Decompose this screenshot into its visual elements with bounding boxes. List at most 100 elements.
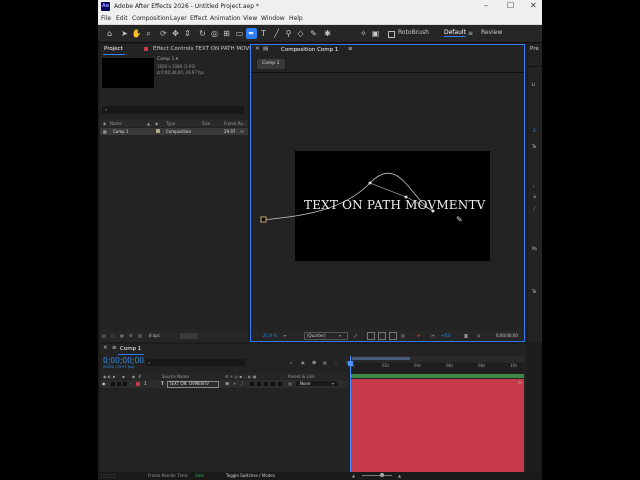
menu-animation[interactable]: Animation [210,15,241,22]
playhead-handle[interactable] [348,361,353,366]
table-row[interactable]: ▦ Comp 1 Composition 29.97 ⚇ [100,128,248,135]
rotate-icon[interactable]: ↻ [197,28,208,39]
roto-brush-icon[interactable]: ✎ [308,28,319,39]
motion-graph-icon[interactable]: ⚇ [518,380,522,385]
tab-effect-controls[interactable]: Effect Controls TEXT ON PATH MOVM [153,46,254,52]
col-size[interactable]: Size [202,121,210,126]
menu-layer[interactable]: Layer [170,15,187,22]
tab-preview[interactable]: Pre [530,46,539,52]
zoom-slider[interactable] [362,475,392,476]
timeline-menu-icon[interactable]: ≡ [112,345,117,351]
motion-blur-icon[interactable]: ◌ [334,360,338,365]
hand-icon[interactable]: ✋ [131,28,142,39]
tab-timeline-comp[interactable]: Comp 1 [120,346,141,352]
toggle-switches-modes[interactable]: Toggle Switches / Modes [226,473,275,478]
motion-blur-switch[interactable] [264,382,268,386]
3d-switch[interactable] [278,382,282,386]
clone-stamp-icon[interactable]: ⚲ [283,28,294,39]
col-type[interactable]: Type [166,121,175,126]
adjustment-switch[interactable] [271,382,275,386]
brush-icon[interactable]: ╱ [533,206,535,211]
tab-project[interactable]: Project [104,46,123,52]
menu-view[interactable]: View [243,15,257,22]
expand-arrow-icon[interactable]: › [130,381,132,386]
zoom-slider-thumb[interactable] [380,473,384,477]
selection-arrow-icon[interactable]: ➤ [119,28,130,39]
rotobrush-checkbox[interactable] [388,31,395,38]
transparency-grid-icon[interactable] [367,332,375,340]
guides-icon[interactable]: ▥ [401,333,405,338]
bpc-button[interactable]: 8 bpc [149,333,160,338]
snapping-icon[interactable]: ✧ [358,28,369,39]
lock-toggle[interactable] [123,382,127,386]
playhead[interactable] [350,356,351,472]
shy-layers-icon[interactable]: ☻ [312,360,316,365]
text-on-path-layer[interactable]: TEXT ON PATH MOVMENTV [304,198,486,212]
paragraph-icon[interactable]: ⁞ [533,184,534,189]
workspace-default[interactable]: Default [444,29,466,37]
draft-3d-icon[interactable]: ▣ [301,360,305,365]
camera-icon[interactable]: ◎ [209,28,220,39]
shy-switch-icon[interactable]: ☻ [225,381,229,386]
workspace-menu-icon[interactable]: ≡ [468,30,473,37]
viewer-timecode[interactable]: 0;00;00;00 [496,333,518,338]
fast-previews-icon[interactable]: ⤢ [354,333,357,338]
new-folder-icon[interactable]: ▢ [111,333,115,338]
close-tab-icon[interactable]: ✕ [255,46,260,52]
comp-breadcrumb[interactable]: Comp 1 [257,59,285,69]
menu-effect[interactable]: Effect [190,15,207,22]
orbit-icon[interactable]: ⟳ [158,28,169,39]
collapse-switch-icon[interactable]: ✳ [233,381,236,386]
timeline-timecode[interactable]: 0;00;00;00 [103,356,144,365]
col-name[interactable]: Name [110,121,122,126]
menu-edit[interactable]: Edit [116,15,128,22]
channel-icon[interactable]: ✣ [417,333,420,338]
work-area-bar[interactable] [350,356,524,362]
menu-composition[interactable]: Composition [132,15,169,22]
pen-tool-icon[interactable]: ✒ [246,28,257,39]
align-icon[interactable]: ≣ [533,194,536,199]
minimize-button[interactable]: – [484,1,488,11]
workspace-review[interactable]: Review [481,29,502,36]
close-tab-icon[interactable]: ✕ [103,345,108,351]
menu-window[interactable]: Window [261,15,285,22]
tab-composition[interactable]: Composition Comp 1 [281,47,338,53]
new-composition-icon[interactable]: ▦ [120,333,124,338]
project-search-input[interactable]: ⌕ [102,106,244,114]
brush-tool-icon[interactable]: ╱ [271,28,282,39]
magnification-dropdown[interactable]: 21.9 % [263,333,277,338]
lock-icon[interactable]: ▤ [263,46,268,52]
mask-visibility-icon[interactable] [378,332,386,340]
pan-behind-icon[interactable]: ⊞ [221,28,232,39]
col-frame-rate[interactable]: Frame Ra... [224,121,247,126]
layer-row[interactable]: ◉ › 1 T TEXT ON. OVMENTV ☻ ✳ ╱ @ None ▾ [100,380,348,388]
exposure-value[interactable]: +0.0 [441,333,451,338]
col-parent-link[interactable]: Parent & Link [288,374,315,379]
dolly-icon[interactable]: ⇕ [182,28,193,39]
frame-blending-icon[interactable]: ▦ [323,360,327,365]
reset-exposure-icon[interactable]: ◔ [431,333,435,338]
menu-help[interactable]: Help [289,15,303,22]
label-color-swatch[interactable] [136,382,140,386]
audio-toggle[interactable] [111,382,115,386]
col-source-name[interactable]: Source Name [162,374,189,379]
pickwhip-icon[interactable]: @ [288,381,292,386]
composition-mini-flowchart-icon[interactable]: ⤷ [290,360,292,365]
solo-toggle[interactable] [117,382,121,386]
menu-file[interactable]: File [101,15,111,22]
move-icon[interactable]: ✥ [170,28,181,39]
layer-duration-bar[interactable] [350,379,524,472]
home-icon[interactable]: ⌂ [104,28,115,39]
work-area-range[interactable] [352,357,410,360]
eye-icon[interactable]: ◉ [102,381,106,386]
interpret-footage-icon[interactable]: ▤ [102,333,106,338]
zoom-icon[interactable]: ⌕ [143,28,154,39]
comp-menu-icon[interactable]: ≡ [348,46,353,52]
type-tool-icon[interactable]: T [258,28,269,39]
show-snapshot-icon[interactable]: ⛭ [477,333,480,338]
snapshot-camera-icon[interactable]: ◙ [464,333,468,338]
fx-switch[interactable] [250,382,254,386]
path-vertex-handle[interactable] [368,181,372,185]
timeline-search-input[interactable]: ⌕ [146,359,246,366]
eraser-icon[interactable]: ◇ [295,28,306,39]
